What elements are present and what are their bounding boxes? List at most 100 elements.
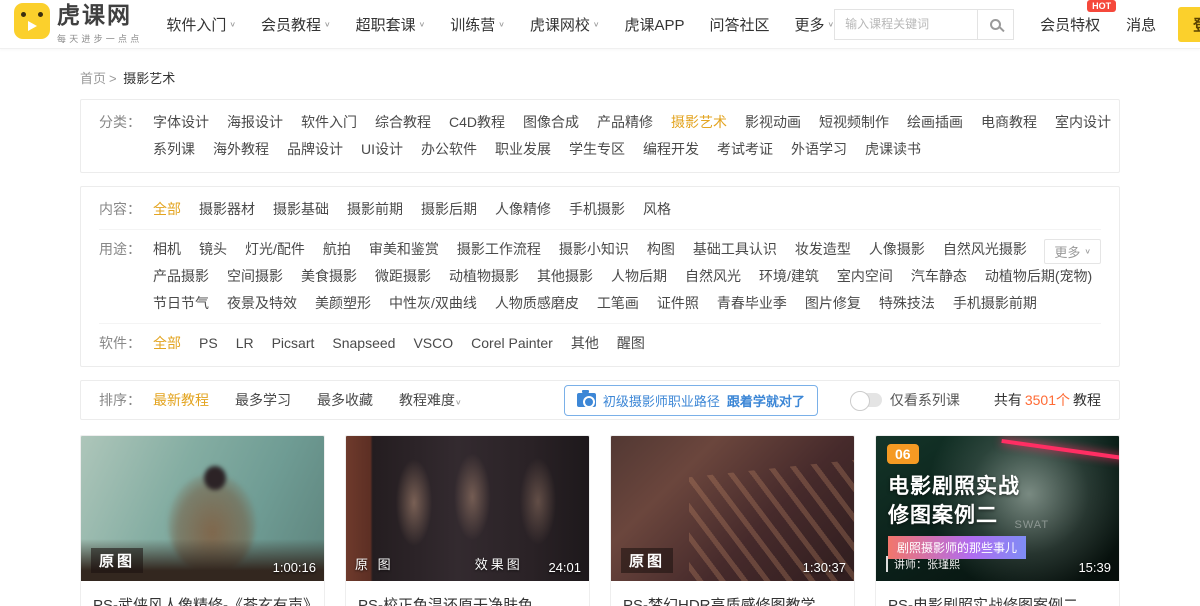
usage-item[interactable]: 妆发造型: [795, 236, 851, 263]
usage-item[interactable]: 构图: [647, 236, 675, 263]
usage-item[interactable]: 基础工具认识: [693, 236, 777, 263]
usage-item[interactable]: 微距摄影: [375, 263, 431, 290]
vip-privilege-link[interactable]: 会员特权 HOT: [1040, 14, 1100, 35]
course-card[interactable]: 原 图 效果图 24:01 PS-校正色温还原干净肤色: [345, 435, 590, 606]
category-item[interactable]: 摄影艺术: [671, 109, 727, 136]
category-item[interactable]: 图像合成: [523, 109, 579, 136]
course-thumbnail[interactable]: 原图 1:00:16: [81, 436, 324, 581]
category-item[interactable]: 职业发展: [495, 136, 551, 163]
category-item[interactable]: UI设计: [361, 136, 403, 163]
category-item[interactable]: 编程开发: [643, 136, 699, 163]
content-item[interactable]: 人像精修: [495, 196, 551, 223]
category-item[interactable]: 外语学习: [791, 136, 847, 163]
usage-item[interactable]: 工笔画: [597, 290, 639, 317]
category-item[interactable]: 室内设计: [1055, 109, 1111, 136]
usage-item[interactable]: 美颜塑形: [315, 290, 371, 317]
course-card[interactable]: 06 电影剧照实战 修图案例二 剧照摄影师的那些事儿 SWAT 讲师：张瑾熙 1…: [875, 435, 1120, 606]
site-logo[interactable]: 虎课网 每天进步一点点: [14, 3, 142, 44]
usage-item[interactable]: 动植物后期(宠物): [985, 263, 1092, 290]
breadcrumb-home[interactable]: 首页: [80, 71, 106, 86]
usage-item[interactable]: 相机: [153, 236, 181, 263]
content-item[interactable]: 摄影基础: [273, 196, 329, 223]
usage-item[interactable]: 证件照: [657, 290, 699, 317]
content-item[interactable]: 全部: [153, 196, 181, 223]
software-item[interactable]: VSCO: [413, 330, 453, 357]
nav-item[interactable]: 问答社区∨: [709, 14, 769, 35]
usage-item[interactable]: 摄影工作流程: [457, 236, 541, 263]
sort-option[interactable]: 最多收藏 ∨: [317, 390, 373, 410]
software-item[interactable]: Corel Painter: [471, 330, 553, 357]
usage-item[interactable]: 航拍: [323, 236, 351, 263]
usage-more-button[interactable]: 更多∨: [1044, 239, 1101, 264]
category-item[interactable]: 海报设计: [227, 109, 283, 136]
category-item[interactable]: 品牌设计: [287, 136, 343, 163]
usage-item[interactable]: 美食摄影: [301, 263, 357, 290]
software-item[interactable]: Picsart: [272, 330, 315, 357]
course-card[interactable]: 原图 1:00:16 PS-武侠风人像精修-《苍玄有声》: [80, 435, 325, 606]
category-item[interactable]: 产品精修: [597, 109, 653, 136]
content-item[interactable]: 风格: [643, 196, 671, 223]
course-thumbnail[interactable]: 原 图 效果图 24:01: [346, 436, 589, 581]
category-item[interactable]: 办公软件: [421, 136, 477, 163]
usage-item[interactable]: 灯光/配件: [245, 236, 305, 263]
software-item[interactable]: PS: [199, 330, 218, 357]
sort-option[interactable]: 最新教程 ∨: [153, 390, 209, 410]
usage-item[interactable]: 人像摄影: [869, 236, 925, 263]
category-item[interactable]: 软件入门: [301, 109, 357, 136]
usage-item[interactable]: 室内空间: [837, 263, 893, 290]
category-item[interactable]: 电商教程: [981, 109, 1037, 136]
career-path-banner-button[interactable]: 初级摄影师职业路径 跟着学就对了: [564, 385, 818, 416]
usage-item[interactable]: 人物质感磨皮: [495, 290, 579, 317]
login-register-button[interactable]: 登录 | 注册: [1178, 7, 1200, 42]
course-title[interactable]: PS-武侠风人像精修-《苍玄有声》: [81, 581, 324, 606]
usage-item[interactable]: 动植物摄影: [449, 263, 519, 290]
category-item[interactable]: 考试考证: [717, 136, 773, 163]
content-item[interactable]: 摄影器材: [199, 196, 255, 223]
sort-option[interactable]: 最多学习 ∨: [235, 390, 291, 410]
category-item[interactable]: 学生专区: [569, 136, 625, 163]
messages-link[interactable]: 消息: [1126, 14, 1156, 35]
nav-item[interactable]: 训练营∨: [450, 14, 505, 35]
usage-item[interactable]: 自然风光: [685, 263, 741, 290]
nav-item[interactable]: 软件入门∨: [166, 14, 236, 35]
usage-item[interactable]: 审美和鉴赏: [369, 236, 439, 263]
category-item[interactable]: 字体设计: [153, 109, 209, 136]
usage-item[interactable]: 夜景及特效: [227, 290, 297, 317]
course-title[interactable]: PS-梦幻HDR高质感修图教学: [611, 581, 854, 606]
usage-item[interactable]: 人物后期: [611, 263, 667, 290]
usage-item[interactable]: 青春毕业季: [717, 290, 787, 317]
search-button[interactable]: [977, 10, 1013, 39]
usage-item[interactable]: 汽车静态: [911, 263, 967, 290]
course-title[interactable]: PS-电影剧照实战修图案例二: [876, 581, 1119, 606]
content-item[interactable]: 摄影后期: [421, 196, 477, 223]
category-item[interactable]: 系列课: [153, 136, 195, 163]
category-item[interactable]: 影视动画: [745, 109, 801, 136]
usage-item[interactable]: 摄影小知识: [559, 236, 629, 263]
sort-option[interactable]: 教程难度 ∨: [399, 390, 462, 410]
usage-item[interactable]: 特殊技法: [879, 290, 935, 317]
category-item[interactable]: 海外教程: [213, 136, 269, 163]
series-only-toggle[interactable]: [852, 393, 882, 407]
course-card[interactable]: 原图 1:30:37 PS-梦幻HDR高质感修图教学: [610, 435, 855, 606]
nav-item[interactable]: 超职套课∨: [356, 14, 426, 35]
usage-item[interactable]: 自然风光摄影: [943, 236, 1027, 263]
nav-item[interactable]: 会员教程∨: [261, 14, 331, 35]
usage-item[interactable]: 图片修复: [805, 290, 861, 317]
category-item[interactable]: 绘画插画: [907, 109, 963, 136]
content-item[interactable]: 手机摄影: [569, 196, 625, 223]
usage-item[interactable]: 环境/建筑: [759, 263, 819, 290]
usage-item[interactable]: 其他摄影: [537, 263, 593, 290]
category-item[interactable]: C4D教程: [449, 109, 505, 136]
software-item[interactable]: LR: [236, 330, 254, 357]
nav-item[interactable]: 虎课网校∨: [530, 14, 600, 35]
software-item[interactable]: 其他: [571, 330, 599, 357]
usage-item[interactable]: 手机摄影前期: [953, 290, 1037, 317]
software-item[interactable]: Snapseed: [332, 330, 395, 357]
content-item[interactable]: 摄影前期: [347, 196, 403, 223]
nav-item[interactable]: 更多∨: [794, 14, 834, 35]
course-thumbnail[interactable]: 06 电影剧照实战 修图案例二 剧照摄影师的那些事儿 SWAT 讲师：张瑾熙 1…: [876, 436, 1119, 581]
category-item[interactable]: 短视频制作: [819, 109, 889, 136]
nav-item[interactable]: 虎课APP∨: [624, 14, 684, 35]
software-item[interactable]: 全部: [153, 330, 181, 357]
course-thumbnail[interactable]: 原图 1:30:37: [611, 436, 854, 581]
